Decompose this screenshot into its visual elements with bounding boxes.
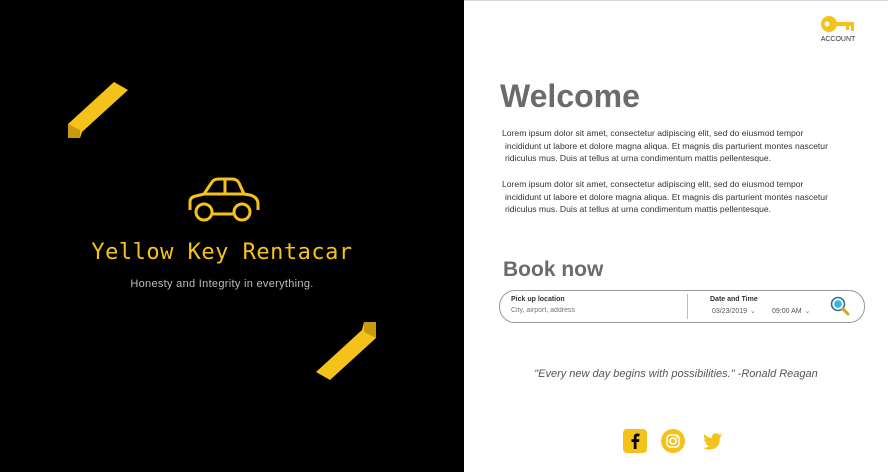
date-value: 03/23/2019 [712, 308, 748, 315]
paragraph-line: ridiculus mus. Duis at tellus at urna co… [505, 204, 772, 214]
time-dropdown[interactable]: 09:00 AM ⌄ [772, 307, 810, 315]
facebook-icon[interactable] [623, 429, 647, 453]
quote: "Every new day begins with possibilities… [534, 368, 818, 380]
car-icon [188, 177, 260, 222]
pickup-location-input[interactable] [511, 307, 671, 314]
book-now-heading: Book now [503, 258, 604, 281]
account-label: ACCOUNT [820, 36, 856, 43]
search-button[interactable] [830, 296, 850, 316]
corner-accent-top-left [68, 82, 128, 138]
paragraph-line: Lorem ipsum dolor sit amet, consectetur … [502, 179, 804, 189]
brand-name: Yellow Key Rentacar [91, 240, 353, 265]
chevron-down-icon: ⌄ [804, 308, 811, 315]
booking-divider [687, 294, 688, 319]
date-time-label: Date and Time [710, 296, 758, 303]
instagram-icon[interactable] [661, 429, 685, 453]
brand-tagline: Honesty and Integrity in everything. [130, 278, 314, 290]
welcome-paragraph: Lorem ipsum dolor sit amet, consectetur … [502, 127, 862, 165]
chevron-down-icon: ⌄ [750, 308, 756, 315]
content-panel [464, 0, 888, 473]
time-value: 09:00 AM [772, 308, 802, 315]
paragraph-line: Lorem ipsum dolor sit amet, consectetur … [502, 128, 804, 138]
brand-panel: Yellow Key Rentacar Honesty and Integrit… [0, 0, 464, 472]
twitter-icon[interactable] [700, 429, 724, 453]
date-dropdown[interactable]: 03/23/2019 ⌄ [712, 307, 756, 315]
paragraph-line: incididunt ut labore et dolore magna ali… [505, 140, 828, 151]
account-button[interactable]: ACCOUNT [812, 14, 864, 43]
welcome-paragraph: Lorem ipsum dolor sit amet, consectetur … [502, 178, 862, 216]
paragraph-line: ridiculus mus. Duis at tellus at urna co… [505, 153, 772, 163]
corner-accent-bottom-right [316, 322, 376, 380]
pickup-label: Pick up location [511, 296, 565, 303]
key-icon [821, 16, 854, 32]
paragraph-line: incididunt ut labore et dolore magna ali… [505, 191, 828, 202]
page-title: Welcome [500, 78, 640, 114]
booking-bar: Pick up location Date and Time 03/23/201… [499, 290, 865, 323]
